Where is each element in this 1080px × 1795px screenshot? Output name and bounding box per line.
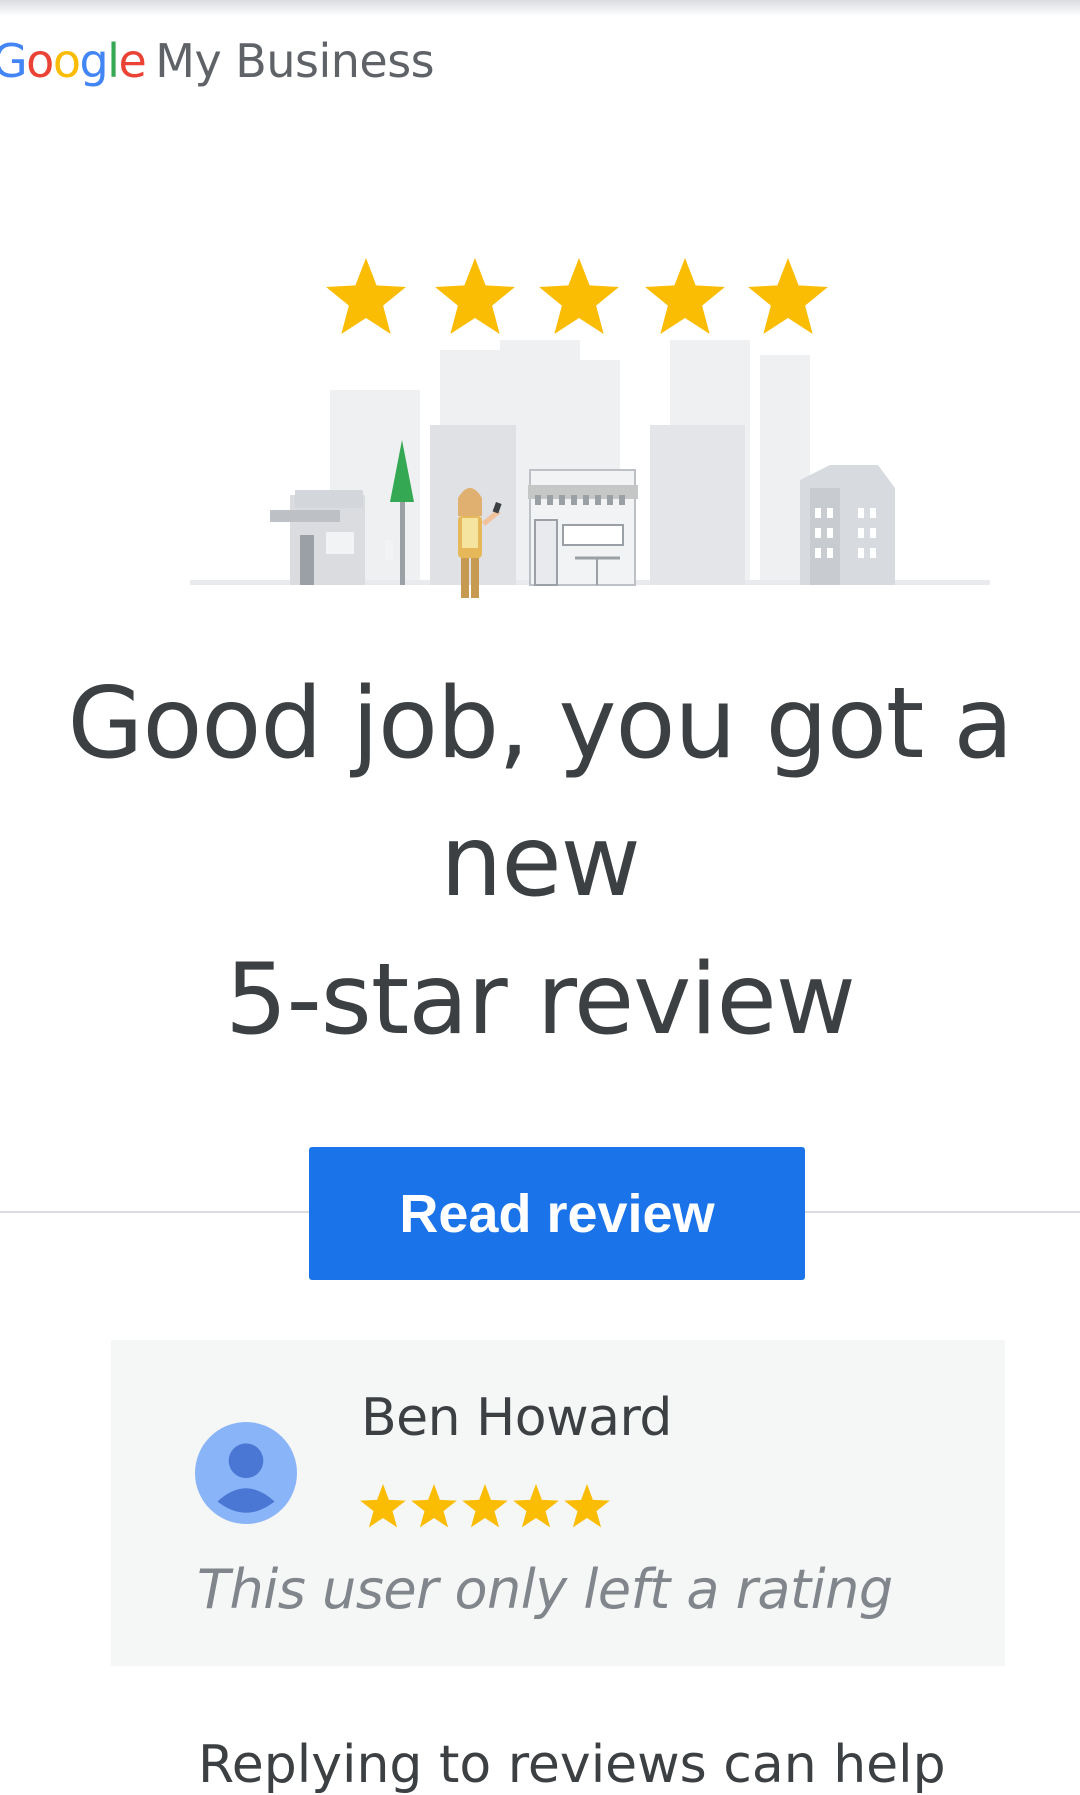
rating-stars [357, 1480, 612, 1532]
person-icon [195, 1422, 297, 1524]
logo-product-text: My Business [155, 34, 435, 88]
rating-note: This user only left a rating [197, 1558, 893, 1621]
star-icon [462, 1484, 508, 1528]
star-icon [360, 1484, 406, 1528]
headline-line-2: new [440, 805, 641, 919]
window [385, 540, 393, 560]
hero-stars [326, 258, 828, 334]
google-letter: o [52, 34, 81, 88]
read-review-button[interactable]: Read review [309, 1147, 805, 1280]
google-letter: l [107, 34, 120, 88]
reviewer-name: Ben Howard [361, 1388, 672, 1448]
body-text: Replying to reviews can help [198, 1735, 946, 1795]
star-icon [326, 258, 406, 334]
star-icon [748, 258, 828, 334]
star-icon [564, 1484, 610, 1528]
hero-illustration [190, 258, 990, 598]
review-card: Ben Howard This user only left a rating [111, 1340, 1005, 1666]
star-icon [513, 1484, 559, 1528]
star-icon [539, 258, 619, 334]
left-house [270, 490, 365, 585]
google-my-business-logo: Google My Business [0, 34, 435, 94]
google-letter: G [0, 34, 28, 88]
headline: Good job, you got a new 5-star review [40, 655, 1040, 1069]
headline-line-3: 5-star review [225, 943, 856, 1057]
star-icon [645, 258, 725, 334]
building-center-right [650, 425, 745, 585]
google-letter: e [118, 34, 146, 88]
shop [528, 469, 638, 586]
headline-line-1: Good job, you got a [67, 667, 1014, 781]
google-letter: g [79, 34, 108, 88]
google-wordmark: Google [0, 34, 147, 88]
building-right [800, 465, 895, 585]
google-letter: o [26, 34, 54, 88]
star-icon [411, 1484, 457, 1528]
star-icon [435, 258, 515, 334]
top-shadow [0, 0, 1080, 16]
